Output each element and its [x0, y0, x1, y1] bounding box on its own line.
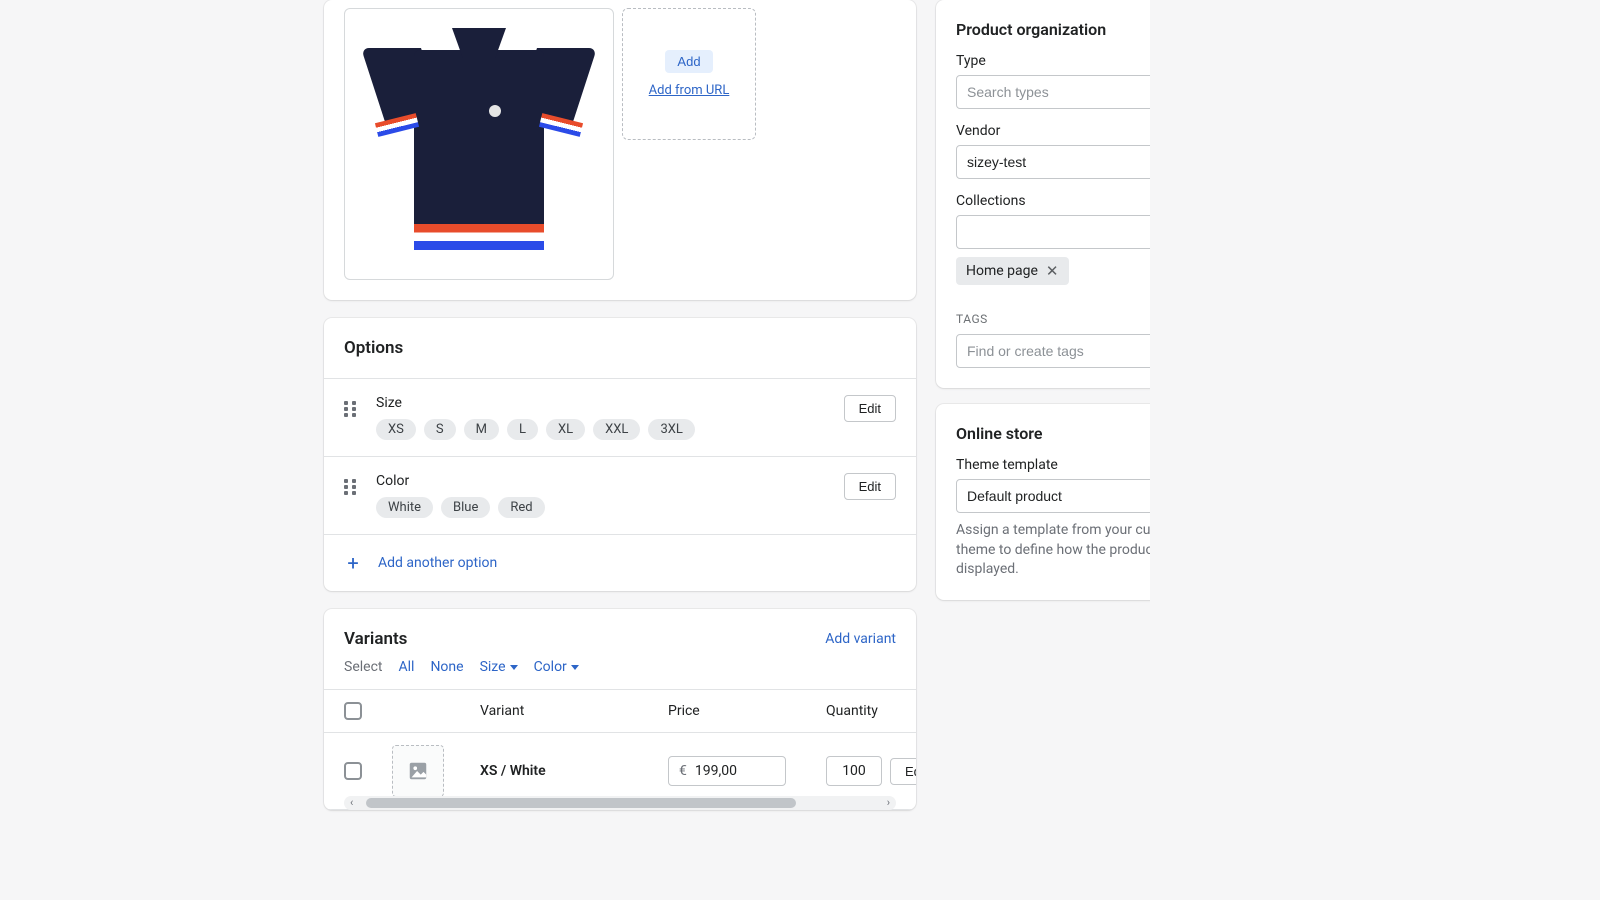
- select-none[interactable]: None: [430, 659, 463, 675]
- collection-tag: Home page ✕: [956, 257, 1069, 285]
- edit-variant-button[interactable]: Edit: [890, 758, 916, 785]
- collections-label: Collections: [956, 193, 1216, 209]
- options-card: Options Size XS S M L XL XXL 3XL: [324, 318, 916, 591]
- polo-shirt-graphic: [374, 20, 584, 268]
- variant-select-row: Select All None Size Color: [324, 659, 916, 689]
- drag-handle-icon[interactable]: [344, 401, 362, 417]
- col-price: Price: [668, 703, 818, 719]
- chevron-down-icon: [510, 665, 518, 670]
- edit-option-button[interactable]: Edit: [844, 473, 896, 500]
- chip: Blue: [441, 497, 490, 518]
- org-title: Product organization: [956, 20, 1216, 39]
- horizontal-scrollbar[interactable]: ‹ ›: [344, 796, 896, 810]
- options-title: Options: [324, 318, 916, 378]
- select-by-size[interactable]: Size: [480, 659, 518, 675]
- add-option-label: Add another option: [378, 555, 497, 571]
- vendor-label: Vendor: [956, 123, 1216, 139]
- tags-label: TAGS: [956, 312, 1216, 326]
- scrollbar-thumb[interactable]: [366, 798, 796, 808]
- product-image[interactable]: [344, 8, 614, 280]
- variant-checkbox[interactable]: [344, 762, 362, 780]
- variants-title: Variants: [344, 629, 407, 649]
- type-label: Type: [956, 53, 1216, 69]
- option-values-size: XS S M L XL XXL 3XL: [376, 419, 830, 440]
- template-label: Theme template: [956, 457, 1216, 473]
- media-dropzone[interactable]: Add Add from URL: [622, 8, 756, 140]
- template-select[interactable]: [956, 479, 1216, 513]
- variants-table: Variant Price Quantity SI XS / White €: [324, 689, 916, 810]
- variants-card: Variants Add variant Select All None Siz…: [324, 609, 916, 810]
- product-organization-card: Product organization Type Vendor Collect…: [936, 0, 1236, 388]
- chip: XL: [546, 419, 585, 440]
- variant-image-placeholder[interactable]: [392, 745, 444, 797]
- scroll-right-icon[interactable]: ›: [887, 796, 890, 809]
- online-store-title: Online store: [956, 424, 1216, 443]
- add-from-url-link[interactable]: Add from URL: [649, 83, 730, 98]
- currency-symbol: €: [679, 763, 687, 779]
- vendor-input[interactable]: [956, 145, 1216, 179]
- online-store-card: Online store Theme template Assign a tem…: [936, 404, 1236, 600]
- plus-icon: +: [344, 553, 362, 573]
- media-card: Add Add from URL: [324, 0, 916, 300]
- chip: M: [464, 419, 499, 440]
- collections-input[interactable]: [956, 215, 1216, 249]
- chip: L: [507, 419, 538, 440]
- variants-header-row: Variant Price Quantity SI: [324, 690, 916, 733]
- col-variant: Variant: [480, 703, 660, 719]
- chip: S: [424, 419, 456, 440]
- add-media-button[interactable]: Add: [665, 50, 712, 73]
- drag-handle-icon[interactable]: [344, 479, 362, 495]
- chip: 3XL: [648, 419, 694, 440]
- remove-tag-icon[interactable]: ✕: [1046, 262, 1059, 280]
- add-variant-link[interactable]: Add variant: [825, 631, 896, 647]
- collection-tag-label: Home page: [966, 263, 1038, 279]
- chevron-down-icon: [571, 665, 579, 670]
- add-option-button[interactable]: + Add another option: [324, 534, 916, 591]
- type-input[interactable]: [956, 75, 1216, 109]
- select-all[interactable]: All: [398, 659, 414, 675]
- scroll-left-icon[interactable]: ‹: [350, 796, 353, 809]
- select-color-label: Color: [534, 659, 567, 675]
- variant-name: XS / White: [480, 763, 660, 779]
- select-by-color[interactable]: Color: [534, 659, 579, 675]
- template-helper-text: Assign a template from your current them…: [956, 521, 1216, 580]
- option-row-color: Color White Blue Red Edit: [324, 456, 916, 534]
- chip: Red: [498, 497, 544, 518]
- variant-price-input[interactable]: € 199,00: [668, 756, 786, 786]
- chip: XXL: [593, 419, 640, 440]
- tags-input[interactable]: [956, 334, 1216, 368]
- option-name: Color: [376, 473, 830, 489]
- chip: White: [376, 497, 433, 518]
- option-values-color: White Blue Red: [376, 497, 830, 518]
- variant-qty-input[interactable]: 100: [826, 756, 882, 786]
- edit-option-button[interactable]: Edit: [844, 395, 896, 422]
- select-label: Select: [344, 659, 382, 675]
- select-all-checkbox[interactable]: [344, 702, 362, 720]
- col-quantity: Quantity: [826, 703, 916, 719]
- price-value: 199,00: [695, 763, 737, 779]
- chip: XS: [376, 419, 416, 440]
- option-name: Size: [376, 395, 830, 411]
- select-size-label: Size: [480, 659, 506, 675]
- image-icon: [407, 760, 429, 782]
- option-row-size: Size XS S M L XL XXL 3XL Edit: [324, 378, 916, 456]
